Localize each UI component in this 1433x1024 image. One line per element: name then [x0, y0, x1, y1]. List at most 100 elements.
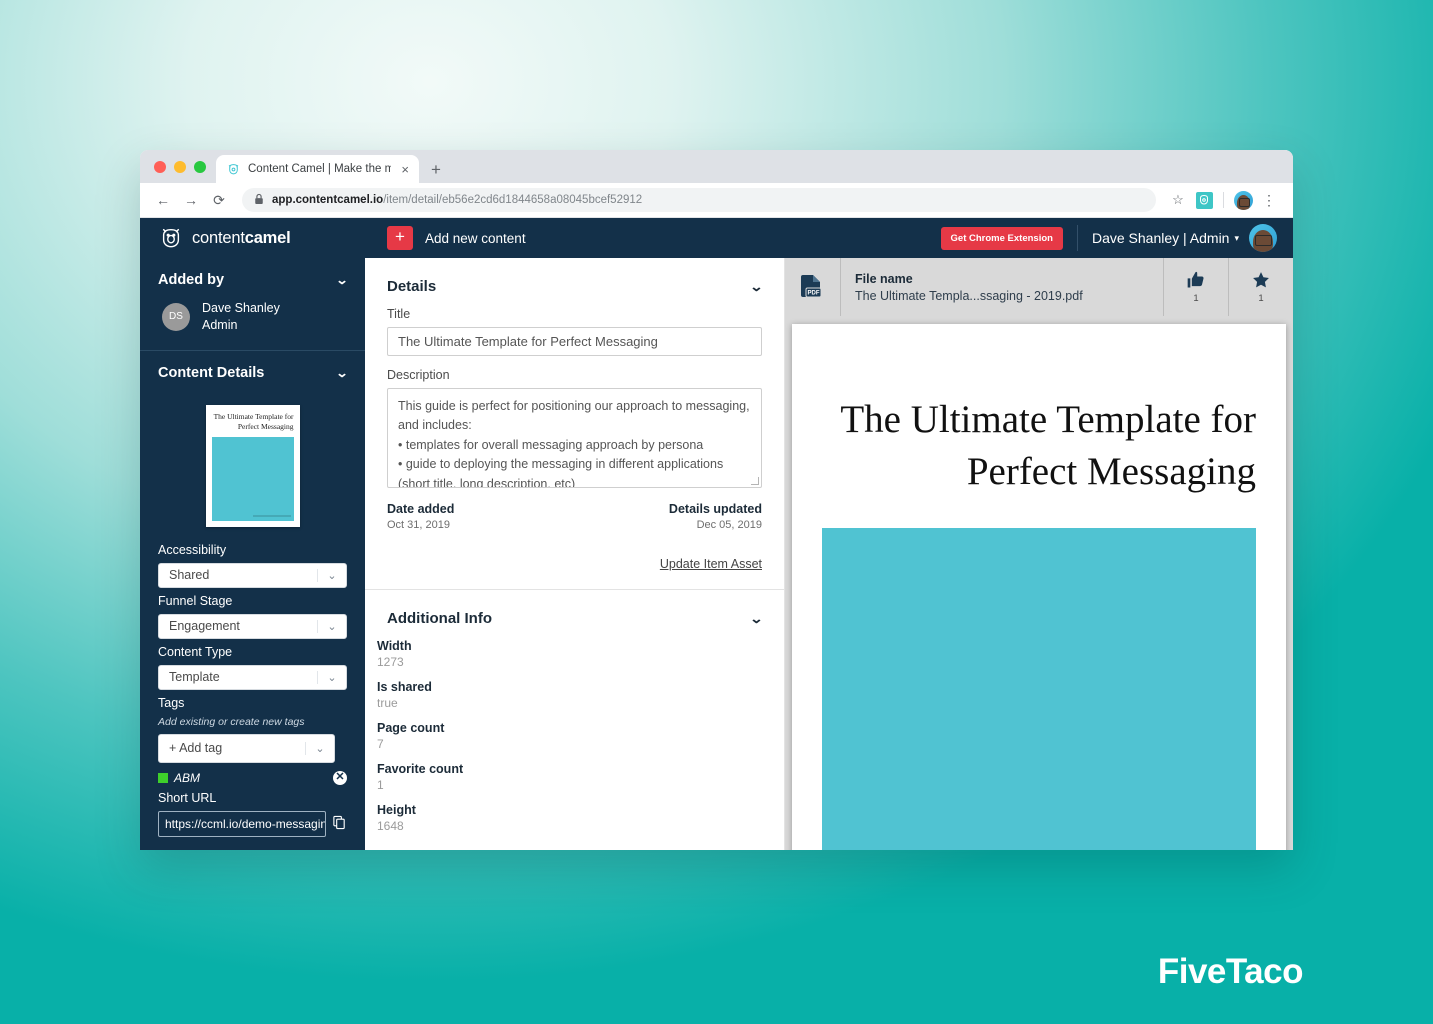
- chevron-down-icon[interactable]: ⌄: [305, 741, 334, 755]
- tags-hint: Add existing or create new tags: [158, 715, 305, 728]
- browser-tab[interactable]: Content Camel | Make the mos ×: [216, 155, 419, 183]
- details-updated-block: Details updated Dec 05, 2019: [574, 502, 762, 531]
- details-panel: Details ⌄ Title The Ultimate Template fo…: [365, 258, 785, 850]
- additional-info-section-header[interactable]: Additional Info ⌄: [365, 590, 784, 639]
- accessibility-value: Shared: [169, 568, 210, 583]
- like-count: 1: [1193, 293, 1199, 304]
- thumbnail-title: The Ultimate Template for Perfect Messag…: [213, 411, 294, 431]
- added-by-name: Dave Shanley: [202, 301, 280, 315]
- address-bar-path: /item/detail/eb56e2cd6d1844658a08045bcef…: [383, 194, 643, 206]
- additional-info-item: Width 1273: [377, 639, 762, 669]
- minimize-window-button[interactable]: [174, 161, 186, 173]
- avatar-initials: DS: [162, 302, 190, 331]
- sidebar-section-content-details[interactable]: Content Details ⌄: [140, 351, 365, 393]
- additional-info-value: 1273: [377, 655, 404, 669]
- close-tab-icon[interactable]: ×: [399, 162, 411, 177]
- added-by-user: DS Dave Shanley Admin: [140, 300, 365, 350]
- short-url-input[interactable]: https://ccml.io/demo-messaging: [158, 810, 326, 837]
- add-tag-placeholder: + Add tag: [169, 741, 223, 756]
- thumbs-up-icon: [1187, 271, 1204, 288]
- file-name-cell: File name The Ultimate Templa...ssaging …: [841, 258, 1164, 316]
- additional-info-list: Width 1273 Is shared true Page count 7 F…: [365, 639, 784, 833]
- content-type-select[interactable]: Template ⌄: [158, 664, 347, 690]
- like-button[interactable]: 1: [1164, 258, 1229, 316]
- maximize-window-button[interactable]: [194, 161, 206, 173]
- details-updated-label: Details updated: [668, 502, 762, 516]
- content-type-label: Content Type: [158, 644, 233, 659]
- content-details-heading: Content Details: [158, 364, 265, 381]
- add-new-content-label[interactable]: Add new content: [425, 231, 526, 246]
- title-input[interactable]: The Ultimate Template for Perfect Messag…: [387, 327, 762, 356]
- file-name-label: File name: [855, 271, 913, 286]
- additional-info-key: Width: [377, 639, 412, 653]
- chevron-down-icon[interactable]: ⌄: [749, 611, 763, 627]
- content-type-value: Template: [169, 670, 220, 685]
- update-item-asset-link[interactable]: Update Item Asset: [365, 531, 784, 571]
- remove-tag-icon[interactable]: ✕: [333, 770, 347, 785]
- browser-tab-title: Content Camel | Make the mos: [248, 163, 392, 175]
- short-url-row: https://ccml.io/demo-messaging: [158, 810, 347, 837]
- back-icon[interactable]: ←: [150, 187, 176, 213]
- new-tab-icon[interactable]: +: [431, 161, 441, 178]
- user-menu-label[interactable]: Dave Shanley | Admin: [1092, 230, 1230, 246]
- bookmark-star-icon[interactable]: ☆: [1166, 188, 1190, 212]
- tag-item: ABM ✕: [158, 770, 347, 785]
- user-avatar[interactable]: [1249, 224, 1277, 252]
- additional-info-heading: Additional Info: [387, 610, 492, 627]
- browser-window: Content Camel | Make the mos × + ← → ⟳ a…: [140, 150, 1293, 850]
- additional-info-value: 7: [377, 737, 384, 751]
- accessibility-label: Accessibility: [158, 542, 227, 557]
- chevron-down-icon[interactable]: ▾: [1234, 233, 1239, 244]
- additional-info-value: 1: [377, 778, 384, 792]
- additional-info-key: Favorite count: [377, 762, 464, 776]
- document-preview-area[interactable]: The Ultimate Template for Perfect Messag…: [785, 316, 1293, 850]
- additional-info-item: Favorite count 1: [377, 762, 762, 792]
- camel-extension-icon[interactable]: [1192, 188, 1216, 212]
- browser-omnibar: ← → ⟳ app.contentcamel.io/item/detail/eb…: [140, 183, 1293, 218]
- additional-info-value: 1648: [377, 819, 404, 833]
- chevron-down-icon[interactable]: ⌄: [335, 273, 348, 287]
- date-added-label: Date added: [387, 502, 455, 516]
- forward-icon[interactable]: →: [178, 187, 204, 213]
- favorite-button[interactable]: 1: [1229, 258, 1293, 316]
- details-section-header[interactable]: Details ⌄: [365, 258, 784, 307]
- sidebar-section-added-by[interactable]: Added by ⌄: [140, 258, 365, 300]
- app-header-right: Get Chrome Extension Dave Shanley | Admi…: [940, 224, 1293, 252]
- star-icon: [1253, 272, 1269, 288]
- omnibar-divider: [1223, 192, 1224, 208]
- lock-icon: [254, 193, 264, 208]
- description-textarea[interactable]: This guide is perfect for positioning ou…: [387, 388, 762, 488]
- title-label: Title: [387, 307, 411, 321]
- document-accent-block: [822, 527, 1256, 850]
- chevron-down-icon[interactable]: ⌄: [317, 670, 346, 684]
- chevron-down-icon[interactable]: ⌄: [317, 568, 346, 582]
- funnel-stage-select[interactable]: Engagement ⌄: [158, 613, 347, 639]
- browser-tabstrip: Content Camel | Make the mos × +: [140, 150, 1293, 183]
- app-logo[interactable]: contentcamel: [140, 225, 365, 251]
- content-thumbnail[interactable]: The Ultimate Template for Perfect Messag…: [140, 393, 365, 537]
- added-by-heading: Added by: [158, 272, 225, 288]
- details-meta-row: Date added Oct 31, 2019 Details updated …: [365, 488, 784, 531]
- add-new-content-group[interactable]: + Add new content: [387, 226, 526, 250]
- funnel-stage-label: Funnel Stage: [158, 593, 233, 608]
- copy-icon[interactable]: [332, 815, 347, 833]
- date-added-value: Oct 31, 2019: [387, 519, 450, 531]
- date-added-block: Date added Oct 31, 2019: [387, 502, 575, 531]
- header-divider: [1076, 225, 1078, 251]
- browser-menu-icon[interactable]: ⋮: [1257, 188, 1281, 212]
- close-window-button[interactable]: [154, 161, 166, 173]
- get-chrome-extension-button[interactable]: Get Chrome Extension: [940, 226, 1063, 250]
- document-page: The Ultimate Template for Perfect Messag…: [792, 324, 1286, 850]
- accessibility-select[interactable]: Shared ⌄: [158, 562, 347, 588]
- file-info-bar: PDF File name The Ultimate Templa...ssag…: [785, 258, 1293, 316]
- profile-avatar-icon[interactable]: [1231, 188, 1255, 212]
- details-updated-value: Dec 05, 2019: [696, 519, 762, 531]
- chevron-down-icon[interactable]: ⌄: [749, 279, 763, 295]
- add-content-plus-button[interactable]: +: [387, 226, 413, 250]
- additional-info-key: Page count: [377, 721, 445, 735]
- reload-icon[interactable]: ⟳: [206, 187, 232, 213]
- chevron-down-icon[interactable]: ⌄: [335, 366, 348, 380]
- add-tag-input[interactable]: + Add tag ⌄: [158, 733, 335, 763]
- chevron-down-icon[interactable]: ⌄: [317, 619, 346, 633]
- address-bar[interactable]: app.contentcamel.io/item/detail/eb56e2cd…: [242, 188, 1156, 212]
